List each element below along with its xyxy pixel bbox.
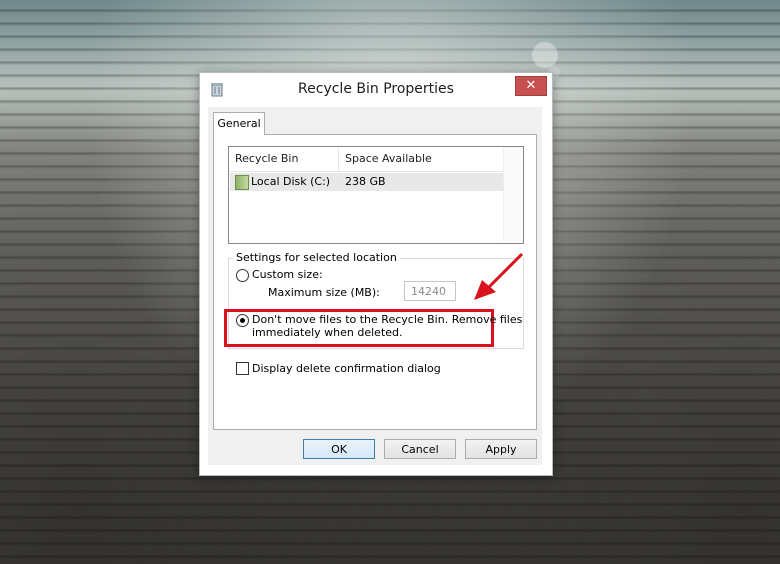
ok-button[interactable]: OK xyxy=(303,439,375,459)
confirm-dialog-label: Display delete confirmation dialog xyxy=(252,362,441,375)
list-header: Recycle Bin Location Space Available xyxy=(229,147,503,189)
dont-move-radio[interactable] xyxy=(236,314,249,327)
settings-legend: Settings for selected location xyxy=(233,251,400,264)
location-list[interactable]: Recycle Bin Location Space Available Loc… xyxy=(228,146,524,244)
max-size-label: Maximum size (MB): xyxy=(268,286,380,299)
confirm-dialog-checkbox[interactable] xyxy=(236,362,249,375)
close-button[interactable]: ✕ xyxy=(515,76,547,96)
column-header-space[interactable]: Space Available xyxy=(339,147,503,171)
apply-button[interactable]: Apply xyxy=(465,439,537,459)
tab-general[interactable]: General xyxy=(213,112,265,135)
dont-move-label-line2: immediately when deleted. xyxy=(252,326,403,339)
title-bar[interactable]: Recycle Bin Properties ✕ xyxy=(200,73,552,105)
location-cell: Local Disk (C:) xyxy=(251,175,331,188)
list-scrollbar[interactable] xyxy=(503,147,523,241)
cancel-button[interactable]: Cancel xyxy=(384,439,456,459)
radio-selected-dot xyxy=(240,318,245,323)
dont-move-label-line1: Don't move files to the Recycle Bin. Rem… xyxy=(252,313,523,326)
list-item[interactable]: Local Disk (C:) 238 GB xyxy=(230,173,503,191)
space-cell: 238 GB xyxy=(345,175,386,188)
bokeh-light xyxy=(532,42,558,68)
annotation-arrow-icon xyxy=(474,252,524,300)
column-header-location[interactable]: Recycle Bin Location xyxy=(229,147,339,189)
custom-size-radio[interactable] xyxy=(236,269,249,282)
max-size-input[interactable]: 14240 xyxy=(404,281,456,301)
drive-icon xyxy=(235,175,249,190)
close-icon: ✕ xyxy=(525,78,537,93)
custom-size-label: Custom size: xyxy=(252,268,323,281)
window-title: Recycle Bin Properties xyxy=(298,81,454,97)
